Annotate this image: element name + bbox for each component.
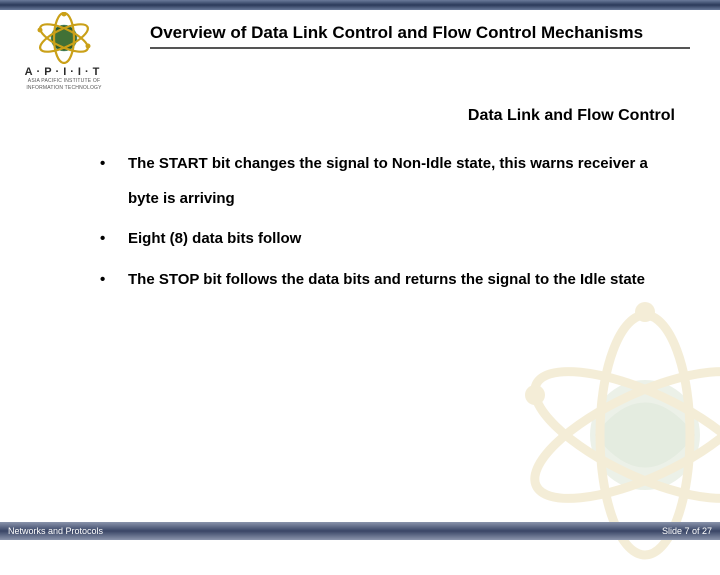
bullet-marker: •	[96, 263, 128, 298]
bullet-marker: •	[96, 147, 128, 182]
footer-right: Slide 7 of 27	[662, 526, 712, 536]
footer: Networks and Protocols Slide 7 of 27	[0, 522, 720, 540]
bullet-item: • Eight (8) data bits follow	[96, 222, 680, 257]
logo-text: A·P·I·I·T	[8, 66, 120, 78]
page-title: Overview of Data Link Control and Flow C…	[150, 22, 690, 49]
subtitle: Data Link and Flow Control	[0, 95, 720, 125]
footer-left: Networks and Protocols	[8, 526, 103, 536]
bullet-marker: •	[96, 222, 128, 257]
logo-subtext-1: ASIA PACIFIC INSTITUTE OF	[8, 79, 120, 85]
bullet-item: • The START bit changes the signal to No…	[96, 147, 680, 216]
header: A·P·I·I·T ASIA PACIFIC INSTITUTE OF INFO…	[0, 10, 720, 95]
content: • The START bit changes the signal to No…	[0, 125, 720, 297]
title-block: Overview of Data Link Control and Flow C…	[130, 12, 720, 49]
bullet-item: • The STOP bit follows the data bits and…	[96, 263, 680, 298]
logo-subtext-2: INFORMATION TECHNOLOGY	[8, 86, 120, 92]
bullet-text: Eight (8) data bits follow	[128, 222, 680, 257]
top-gradient-bar	[0, 0, 720, 10]
bullet-text: The START bit changes the signal to Non-…	[128, 147, 680, 216]
bullet-text: The STOP bit follows the data bits and r…	[128, 263, 680, 298]
logo-block: A·P·I·I·T ASIA PACIFIC INSTITUTE OF INFO…	[0, 12, 130, 95]
atom-logo-icon	[34, 12, 94, 64]
